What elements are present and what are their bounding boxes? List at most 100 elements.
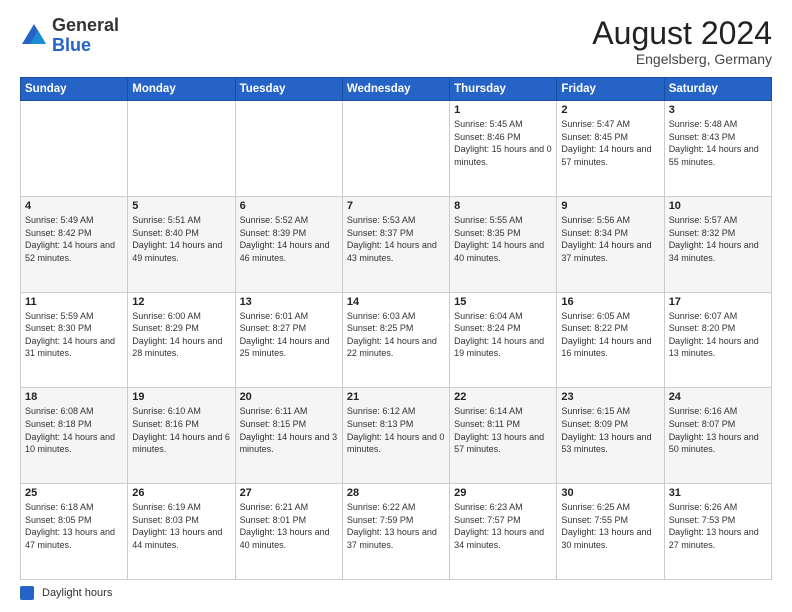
day-number: 24	[669, 391, 767, 403]
calendar-header-row: SundayMondayTuesdayWednesdayThursdayFrid…	[21, 78, 772, 101]
calendar-cell: 14 Sunrise: 6:03 AM Sunset: 8:25 PM Dayli…	[342, 292, 449, 388]
calendar-cell	[21, 101, 128, 197]
day-info: Sunrise: 6:05 AM Sunset: 8:22 PM Dayligh…	[561, 310, 659, 360]
day-info: Sunrise: 6:11 AM Sunset: 8:15 PM Dayligh…	[240, 405, 338, 455]
logo-general-text: General	[52, 15, 119, 35]
month-year: August 2024	[592, 16, 772, 51]
day-info: Sunrise: 6:19 AM Sunset: 8:03 PM Dayligh…	[132, 501, 230, 551]
day-number: 23	[561, 391, 659, 403]
calendar-cell: 31 Sunrise: 6:26 AM Sunset: 7:53 PM Dayli…	[664, 484, 771, 580]
day-info: Sunrise: 6:15 AM Sunset: 8:09 PM Dayligh…	[561, 405, 659, 455]
calendar-cell: 12Sunrise: 6:00 AM Sunset: 8:29 PM Dayli…	[128, 292, 235, 388]
calendar-cell: 1Sunrise: 5:45 AM Sunset: 8:46 PM Daylig…	[450, 101, 557, 197]
day-info: Sunrise: 6:00 AM Sunset: 8:29 PM Dayligh…	[132, 310, 230, 360]
calendar-week-row: 4 Sunrise: 5:49 AM Sunset: 8:42 PM Daylig…	[21, 196, 772, 292]
day-number: 25	[25, 487, 123, 499]
calendar-cell: 13 Sunrise: 6:01 AM Sunset: 8:27 PM Dayli…	[235, 292, 342, 388]
calendar-cell: 6 Sunrise: 5:52 AM Sunset: 8:39 PM Daylig…	[235, 196, 342, 292]
calendar-cell: 22 Sunrise: 6:14 AM Sunset: 8:11 PM Dayli…	[450, 388, 557, 484]
day-info: Sunrise: 5:52 AM Sunset: 8:39 PM Dayligh…	[240, 214, 338, 264]
day-number: 14	[347, 296, 445, 308]
day-number: 15	[454, 296, 552, 308]
day-number: 30	[561, 487, 659, 499]
weekday-header: Saturday	[664, 78, 771, 101]
weekday-header: Tuesday	[235, 78, 342, 101]
day-info: Sunrise: 6:08 AM Sunset: 8:18 PM Dayligh…	[25, 405, 123, 455]
calendar-cell: 28Sunrise: 6:22 AM Sunset: 7:59 PM Dayli…	[342, 484, 449, 580]
day-number: 7	[347, 200, 445, 212]
day-number: 31	[669, 487, 767, 499]
day-number: 4	[25, 200, 123, 212]
day-number: 26	[132, 487, 230, 499]
header: General Blue August 2024 Engelsberg, Ger…	[20, 16, 772, 67]
day-number: 18	[25, 391, 123, 403]
calendar-cell: 29 Sunrise: 6:23 AM Sunset: 7:57 PM Dayli…	[450, 484, 557, 580]
calendar-cell: 26 Sunrise: 6:19 AM Sunset: 8:03 PM Dayli…	[128, 484, 235, 580]
day-number: 21	[347, 391, 445, 403]
calendar-cell: 16 Sunrise: 6:05 AM Sunset: 8:22 PM Dayli…	[557, 292, 664, 388]
day-info: Sunrise: 6:26 AM Sunset: 7:53 PM Dayligh…	[669, 501, 767, 551]
calendar-cell	[342, 101, 449, 197]
calendar-cell: 9Sunrise: 5:56 AM Sunset: 8:34 PM Daylig…	[557, 196, 664, 292]
day-number: 27	[240, 487, 338, 499]
calendar-cell: 20Sunrise: 6:11 AM Sunset: 8:15 PM Dayli…	[235, 388, 342, 484]
calendar-cell: 15 Sunrise: 6:04 AM Sunset: 8:24 PM Dayli…	[450, 292, 557, 388]
day-info: Sunrise: 6:16 AM Sunset: 8:07 PM Dayligh…	[669, 405, 767, 455]
legend-box	[20, 586, 34, 600]
day-info: Sunrise: 5:51 AM Sunset: 8:40 PM Dayligh…	[132, 214, 230, 264]
weekday-header: Friday	[557, 78, 664, 101]
day-number: 22	[454, 391, 552, 403]
day-number: 9	[561, 200, 659, 212]
calendar-cell: 5 Sunrise: 5:51 AM Sunset: 8:40 PM Daylig…	[128, 196, 235, 292]
day-number: 10	[669, 200, 767, 212]
calendar-cell	[235, 101, 342, 197]
day-info: Sunrise: 6:10 AM Sunset: 8:16 PM Dayligh…	[132, 405, 230, 455]
day-info: Sunrise: 6:07 AM Sunset: 8:20 PM Dayligh…	[669, 310, 767, 360]
day-number: 16	[561, 296, 659, 308]
day-info: Sunrise: 5:55 AM Sunset: 8:35 PM Dayligh…	[454, 214, 552, 264]
logo-icon	[20, 22, 48, 50]
location: Engelsberg, Germany	[592, 51, 772, 67]
calendar-cell: 23 Sunrise: 6:15 AM Sunset: 8:09 PM Dayli…	[557, 388, 664, 484]
calendar-cell: 25 Sunrise: 6:18 AM Sunset: 8:05 PM Dayli…	[21, 484, 128, 580]
day-info: Sunrise: 6:14 AM Sunset: 8:11 PM Dayligh…	[454, 405, 552, 455]
calendar-cell: 24 Sunrise: 6:16 AM Sunset: 8:07 PM Dayli…	[664, 388, 771, 484]
day-number: 13	[240, 296, 338, 308]
calendar-cell: 11Sunrise: 5:59 AM Sunset: 8:30 PM Dayli…	[21, 292, 128, 388]
calendar-cell: 4 Sunrise: 5:49 AM Sunset: 8:42 PM Daylig…	[21, 196, 128, 292]
day-info: Sunrise: 5:47 AM Sunset: 8:45 PM Dayligh…	[561, 118, 659, 168]
day-info: Sunrise: 6:18 AM Sunset: 8:05 PM Dayligh…	[25, 501, 123, 551]
calendar-cell: 19Sunrise: 6:10 AM Sunset: 8:16 PM Dayli…	[128, 388, 235, 484]
page: General Blue August 2024 Engelsberg, Ger…	[0, 0, 792, 612]
calendar-week-row: 11Sunrise: 5:59 AM Sunset: 8:30 PM Dayli…	[21, 292, 772, 388]
calendar-cell: 30Sunrise: 6:25 AM Sunset: 7:55 PM Dayli…	[557, 484, 664, 580]
day-number: 5	[132, 200, 230, 212]
calendar-cell: 21 Sunrise: 6:12 AM Sunset: 8:13 PM Dayli…	[342, 388, 449, 484]
calendar-week-row: 1Sunrise: 5:45 AM Sunset: 8:46 PM Daylig…	[21, 101, 772, 197]
calendar-cell: 3Sunrise: 5:48 AM Sunset: 8:43 PM Daylig…	[664, 101, 771, 197]
logo: General Blue	[20, 16, 119, 56]
day-number: 29	[454, 487, 552, 499]
calendar-cell: 27Sunrise: 6:21 AM Sunset: 8:01 PM Dayli…	[235, 484, 342, 580]
calendar-week-row: 18 Sunrise: 6:08 AM Sunset: 8:18 PM Dayli…	[21, 388, 772, 484]
day-info: Sunrise: 5:53 AM Sunset: 8:37 PM Dayligh…	[347, 214, 445, 264]
day-number: 1	[454, 104, 552, 116]
day-number: 6	[240, 200, 338, 212]
day-info: Sunrise: 6:01 AM Sunset: 8:27 PM Dayligh…	[240, 310, 338, 360]
calendar-cell: 7 Sunrise: 5:53 AM Sunset: 8:37 PM Daylig…	[342, 196, 449, 292]
weekday-header: Thursday	[450, 78, 557, 101]
weekday-header: Wednesday	[342, 78, 449, 101]
title-area: August 2024 Engelsberg, Germany	[592, 16, 772, 67]
day-number: 8	[454, 200, 552, 212]
day-info: Sunrise: 6:03 AM Sunset: 8:25 PM Dayligh…	[347, 310, 445, 360]
day-info: Sunrise: 5:59 AM Sunset: 8:30 PM Dayligh…	[25, 310, 123, 360]
logo-blue-text: Blue	[52, 35, 91, 55]
day-info: Sunrise: 6:04 AM Sunset: 8:24 PM Dayligh…	[454, 310, 552, 360]
weekday-header: Monday	[128, 78, 235, 101]
day-number: 28	[347, 487, 445, 499]
day-info: Sunrise: 5:49 AM Sunset: 8:42 PM Dayligh…	[25, 214, 123, 264]
day-info: Sunrise: 6:12 AM Sunset: 8:13 PM Dayligh…	[347, 405, 445, 455]
calendar-cell: 17Sunrise: 6:07 AM Sunset: 8:20 PM Dayli…	[664, 292, 771, 388]
day-info: Sunrise: 6:23 AM Sunset: 7:57 PM Dayligh…	[454, 501, 552, 551]
calendar-table: SundayMondayTuesdayWednesdayThursdayFrid…	[20, 77, 772, 580]
